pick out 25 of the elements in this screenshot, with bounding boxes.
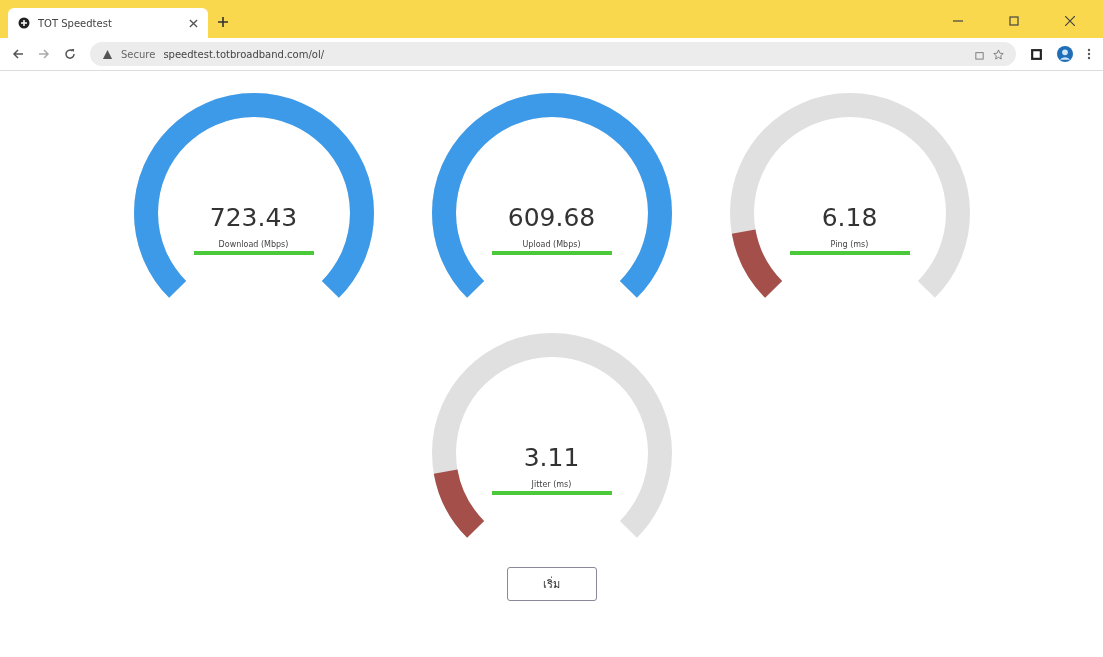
gauge-value: 723.43 <box>209 203 298 232</box>
back-icon[interactable] <box>12 48 24 60</box>
menu-icon[interactable] <box>1087 48 1091 60</box>
close-icon[interactable] <box>189 18 198 28</box>
browser-tab[interactable]: TOT Speedtest <box>8 8 208 38</box>
close-icon[interactable] <box>1065 16 1075 26</box>
gauge-label: Download (Mbps) <box>193 240 314 255</box>
gauge-label: Upload (Mbps) <box>491 240 612 255</box>
star-icon[interactable] <box>993 48 1004 60</box>
tab-title: TOT Speedtest <box>38 17 113 29</box>
gauge-label: Jitter (ms) <box>491 480 612 495</box>
gauge-value: 3.11 <box>523 443 580 472</box>
start-button[interactable]: เริ่ม <box>506 567 597 601</box>
address-bar[interactable]: Secure speedtest.totbroadband.com/ol/ <box>90 42 1016 66</box>
url-text: speedtest.totbroadband.com/ol/ <box>163 48 325 60</box>
security-label: Secure <box>121 48 156 60</box>
gauge-value: 609.68 <box>507 203 596 232</box>
reload-icon[interactable] <box>64 48 76 60</box>
site-icon <box>18 17 30 29</box>
gauge-value: 6.18 <box>821 203 878 232</box>
gauge-label: Ping (ms) <box>789 240 910 255</box>
new-tab-icon[interactable] <box>218 17 228 27</box>
warning-icon <box>102 48 113 60</box>
restore-icon[interactable] <box>1009 16 1019 26</box>
profile-icon[interactable] <box>1057 46 1073 62</box>
